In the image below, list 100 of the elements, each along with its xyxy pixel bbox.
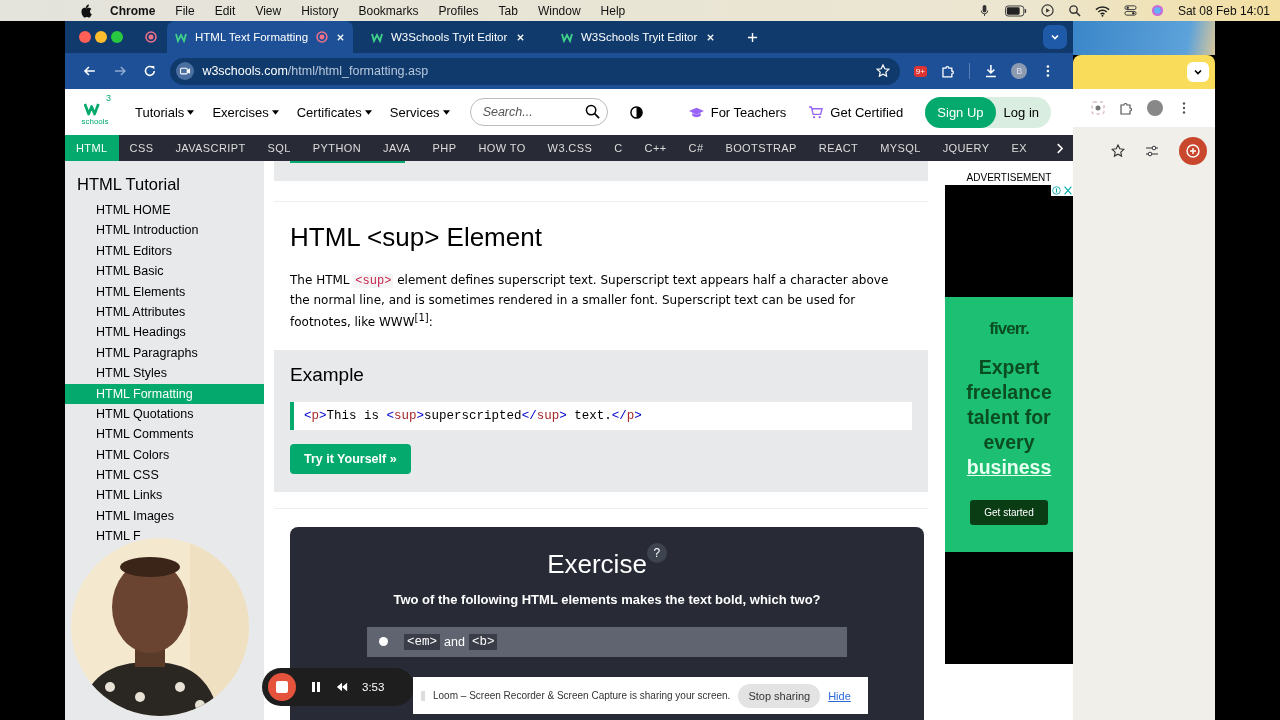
drag-handle-icon[interactable] bbox=[421, 689, 425, 702]
browser-tab[interactable]: W3Schools Tryit Editor bbox=[363, 21, 533, 53]
menu-item[interactable]: Window bbox=[537, 3, 581, 18]
browser-tab[interactable]: HTML Text Formatting bbox=[167, 21, 353, 53]
wifi-icon[interactable] bbox=[1094, 4, 1110, 17]
menu-item[interactable]: Help bbox=[600, 3, 626, 18]
dropdown-button[interactable] bbox=[1187, 62, 1209, 82]
menu-item[interactable]: View bbox=[255, 3, 282, 18]
close-icon[interactable] bbox=[336, 32, 345, 42]
sliders-icon[interactable] bbox=[1145, 144, 1159, 158]
topic-link[interactable]: HOW TO bbox=[467, 135, 537, 161]
hide-link[interactable]: Hide bbox=[828, 689, 851, 702]
nav-link-label[interactable]: For Teachers bbox=[710, 104, 787, 120]
stop-recording-button[interactable] bbox=[268, 673, 296, 701]
extensions-icon[interactable] bbox=[940, 64, 955, 78]
menu-app-name[interactable]: Chrome bbox=[110, 3, 156, 18]
play-circle-icon[interactable] bbox=[1040, 4, 1054, 17]
sidebar-item[interactable]: HTML HOME bbox=[65, 200, 264, 221]
tab-search-button[interactable] bbox=[1043, 25, 1067, 49]
contrast-icon[interactable] bbox=[629, 105, 643, 119]
scroll-right-icon[interactable] bbox=[1056, 142, 1063, 154]
forward-icon[interactable] bbox=[112, 64, 127, 78]
search-icon[interactable] bbox=[584, 104, 600, 119]
rewind-icon[interactable] bbox=[336, 681, 348, 693]
sidebar-item[interactable]: HTML Images bbox=[65, 505, 264, 527]
sidebar-item[interactable]: HTML Colors bbox=[65, 444, 264, 466]
nav-link-label[interactable]: Get Certified bbox=[830, 104, 904, 120]
extension-badge[interactable]: 9+ bbox=[913, 65, 927, 77]
topic-link[interactable]: SQL bbox=[256, 135, 302, 161]
back-icon[interactable] bbox=[83, 64, 97, 78]
sidebar-item[interactable]: HTML Styles bbox=[65, 363, 264, 384]
sidebar-item[interactable]: HTML Editors bbox=[65, 240, 264, 262]
topic-link[interactable]: C# bbox=[677, 135, 715, 161]
ad-choices-icon[interactable] bbox=[1051, 185, 1073, 196]
download-icon[interactable] bbox=[983, 64, 998, 78]
topic-link[interactable]: EX bbox=[1000, 135, 1038, 161]
topic-link[interactable]: JAVASCRIPT bbox=[164, 135, 257, 161]
caret-icon bbox=[442, 109, 450, 115]
close-icon[interactable] bbox=[706, 32, 715, 42]
star-icon[interactable] bbox=[1111, 144, 1125, 158]
topic-link[interactable]: JAVA bbox=[372, 135, 422, 161]
sidebar-item[interactable]: HTML Paragraphs bbox=[65, 342, 264, 364]
menu-item[interactable]: Bookmarks bbox=[358, 3, 419, 18]
siri-icon[interactable] bbox=[1150, 4, 1164, 17]
topic-link[interactable]: CSS bbox=[118, 135, 165, 161]
sidebar-item[interactable]: HTML Attributes bbox=[65, 301, 264, 323]
lens-icon[interactable] bbox=[1091, 101, 1105, 115]
close-icon[interactable] bbox=[516, 32, 525, 42]
menu-item[interactable]: History bbox=[301, 3, 339, 18]
sidebar-item[interactable]: HTML CSS bbox=[65, 465, 264, 486]
w-logo-icon bbox=[561, 31, 573, 43]
sidebar-item[interactable]: HTML Quotations bbox=[65, 403, 264, 425]
pause-icon[interactable] bbox=[310, 681, 322, 693]
apple-icon[interactable] bbox=[80, 3, 92, 18]
comment-add-button[interactable] bbox=[1179, 137, 1207, 165]
sidebar-item[interactable]: HTML Elements bbox=[65, 281, 264, 302]
answer-option[interactable]: <em> and <b> bbox=[367, 626, 847, 657]
menu-item[interactable]: File bbox=[175, 3, 195, 18]
menu-item[interactable]: Profiles bbox=[438, 3, 479, 18]
topic-link[interactable]: JQUERY bbox=[931, 135, 1001, 161]
camera-icon[interactable] bbox=[176, 62, 195, 80]
topic-link[interactable]: PHP bbox=[421, 135, 468, 161]
sidebar-item[interactable]: HTML Headings bbox=[65, 322, 264, 343]
sidebar-item[interactable]: HTML Comments bbox=[65, 424, 264, 445]
menu-item[interactable]: Edit bbox=[214, 3, 236, 18]
control-center-icon[interactable] bbox=[1123, 4, 1137, 17]
topic-link[interactable]: W3.CSS bbox=[536, 135, 604, 161]
menu-item[interactable]: Tab bbox=[498, 3, 518, 18]
topic-link[interactable]: MYSQL bbox=[869, 135, 932, 161]
log-in-button[interactable]: Log in bbox=[995, 96, 1051, 128]
nav-menu[interactable]: Exercises bbox=[212, 104, 279, 120]
minimize-window-button[interactable] bbox=[95, 31, 107, 43]
reload-icon[interactable] bbox=[142, 64, 157, 78]
bookmark-star-icon[interactable] bbox=[875, 64, 890, 78]
stop-sharing-button[interactable]: Stop sharing bbox=[738, 683, 821, 708]
topic-link[interactable]: PYTHON bbox=[301, 135, 373, 161]
topic-link[interactable]: C bbox=[603, 135, 634, 161]
search-field[interactable]: Search... bbox=[469, 98, 608, 126]
nav-menu[interactable]: Services bbox=[389, 104, 450, 120]
sidebar-item[interactable]: HTML Introduction bbox=[65, 220, 264, 241]
topic-link[interactable]: C++ bbox=[633, 135, 678, 161]
sidebar-item[interactable]: HTML Links bbox=[65, 485, 264, 506]
sidebar-item[interactable]: HTML Basic bbox=[65, 261, 264, 282]
extensions-icon[interactable] bbox=[1119, 101, 1133, 115]
search-icon[interactable] bbox=[1067, 4, 1081, 17]
nav-menu[interactable]: Certificates bbox=[296, 104, 372, 120]
battery-icon[interactable] bbox=[1004, 4, 1027, 17]
browser-tab[interactable]: W3Schools Tryit Editor bbox=[553, 21, 723, 53]
profile-avatar[interactable] bbox=[1147, 100, 1163, 116]
zoom-window-button[interactable] bbox=[111, 31, 123, 43]
fiverr-ad[interactable]: fiverr. Expert freelance talent for every business Get started bbox=[945, 297, 1073, 552]
topic-link[interactable]: BOOTSTRAP bbox=[714, 135, 808, 161]
close-window-button[interactable] bbox=[79, 31, 91, 43]
sidebar-item[interactable]: HTML F bbox=[65, 526, 264, 547]
menu-bar-clock[interactable]: Sat 08 Feb 14:01 bbox=[1177, 3, 1270, 18]
nav-menu[interactable]: Tutorials bbox=[135, 104, 195, 120]
help-badge[interactable]: ? bbox=[646, 542, 667, 563]
topic-link[interactable]: REACT bbox=[807, 135, 870, 161]
address-bar[interactable]: w3schools.com/html/html_formatting.asp bbox=[170, 57, 900, 85]
new-tab-icon[interactable] bbox=[747, 31, 758, 43]
